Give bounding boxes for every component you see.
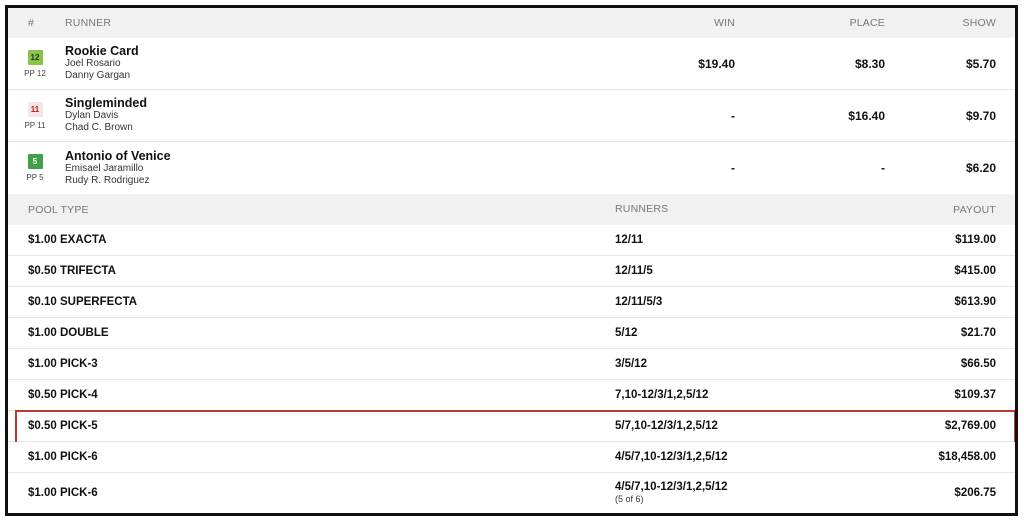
saddle-cloth-badge: 12 <box>27 49 43 65</box>
pool-row: $1.00 EXACTA 12/11 $119.00 <box>8 225 1015 256</box>
post-position: 5 PP 5 <box>8 154 58 182</box>
win-payout: - <box>731 108 735 123</box>
saddle-cloth-badge: 5 <box>27 154 43 169</box>
pool-payout: $119.00 <box>955 234 996 246</box>
pool-type: $1.00 EXACTA <box>28 234 107 246</box>
pool-payout: $109.37 <box>954 389 996 401</box>
runner-info: Antonio of Venice Emisael Jaramillo Rudy… <box>58 149 635 187</box>
pool-type: $0.50 PICK-4 <box>28 389 98 401</box>
runner-info: Singleminded Dylan Davis Chad C. Brown <box>58 97 635 134</box>
runner-row: 12 PP 12 Rookie Card Joel Rosario Danny … <box>8 38 1015 90</box>
pool-payout: $206.75 <box>954 487 996 499</box>
post-position-label: PP 5 <box>26 173 44 182</box>
col-runner-header: RUNNER <box>65 17 112 29</box>
pool-type: $0.10 SUPERFECTA <box>28 296 138 308</box>
pool-row: $1.00 PICK-6 4/5/7,10-12/3/1,2,5/12 $18,… <box>8 442 1015 473</box>
runner-name[interactable]: Antonio of Venice <box>65 149 635 162</box>
pool-payout: $21.70 <box>960 327 996 339</box>
runner-name[interactable]: Rookie Card <box>65 45 635 58</box>
pool-runners: 7,10-12/3/1,2,5/12 <box>615 388 709 401</box>
pool-payout: $415.00 <box>954 265 996 277</box>
show-payout: $6.20 <box>965 161 996 175</box>
runner-row: 5 PP 5 Antonio of Venice Emisael Jaramil… <box>8 142 1015 194</box>
pool-row: $0.50 TRIFECTA 12/11/5 $415.00 <box>8 256 1015 287</box>
col-place-header: PLACE <box>849 17 885 29</box>
jockey-name: Emisael Jaramillo <box>65 162 144 174</box>
pool-row: $1.00 PICK-6 4/5/7,10-12/3/1,2,5/12 (5 o… <box>8 473 1015 513</box>
pools-header: POOL TYPE RUNNERS PAYOUT <box>8 194 1015 225</box>
pool-payout: $613.90 <box>954 296 996 308</box>
saddle-cloth-badge: 11 <box>27 101 43 117</box>
pool-row-highlighted: $0.50 PICK-5 5/7,10-12/3/1,2,5/12 $2,769… <box>8 410 1015 446</box>
col-runners-header: RUNNERS <box>615 203 669 215</box>
pool-payout: $2,769.00 <box>944 420 996 432</box>
place-payout: $16.40 <box>848 108 885 123</box>
post-position-label: PP 11 <box>24 120 46 130</box>
place-payout: $8.30 <box>854 56 885 71</box>
runners-list: 12 PP 12 Rookie Card Joel Rosario Danny … <box>8 38 1015 194</box>
col-num-header: # <box>28 17 35 29</box>
pool-type: $0.50 PICK-5 <box>28 420 98 432</box>
show-payout: $9.70 <box>965 108 996 123</box>
pool-runners: 12/11/5 <box>615 264 653 277</box>
trainer-name: Danny Gargan <box>65 70 131 81</box>
pool-runners-combo: 4/5/7,10-12/3/1,2,5/12 <box>615 480 728 493</box>
jockey-name: Dylan Davis <box>65 110 119 121</box>
trainer-name: Rudy R. Rodriguez <box>65 174 150 186</box>
place-payout: - <box>881 161 885 175</box>
pool-type: $1.00 DOUBLE <box>28 327 109 339</box>
col-pool-type-header: POOL TYPE <box>28 203 89 216</box>
win-payout: - <box>731 161 735 175</box>
col-show-header: SHOW <box>962 17 996 29</box>
post-position: 12 PP 12 <box>8 49 58 78</box>
pool-row: $1.00 PICK-3 3/5/12 $66.50 <box>8 349 1015 380</box>
post-position-label: PP 12 <box>24 68 46 78</box>
pool-runners: 4/5/7,10-12/3/1,2,5/12 (5 of 6) <box>615 480 865 505</box>
pool-type: $1.00 PICK-3 <box>28 358 98 370</box>
pool-payout: $66.50 <box>960 358 996 370</box>
col-win-header: WIN <box>713 17 735 29</box>
pools-list: $1.00 EXACTA 12/11 $119.00 $0.50 TRIFECT… <box>8 225 1015 513</box>
pool-runners: 5/12 <box>615 326 638 339</box>
results-panel: # RUNNER WIN PLACE SHOW 12 PP 12 Rookie … <box>5 5 1018 516</box>
runner-name[interactable]: Singleminded <box>65 97 635 110</box>
show-payout: $5.70 <box>965 56 996 71</box>
pool-type: $1.00 PICK-6 <box>28 451 98 463</box>
col-payout-header: PAYOUT <box>953 203 996 216</box>
pool-runners: 5/7,10-12/3/1,2,5/12 <box>615 419 718 432</box>
jockey-name: Joel Rosario <box>65 58 121 69</box>
win-payout: $19.40 <box>698 56 735 71</box>
pool-runners-note: (5 of 6) <box>615 493 644 504</box>
runner-info: Rookie Card Joel Rosario Danny Gargan <box>58 45 635 82</box>
pool-row: $0.10 SUPERFECTA 12/11/5/3 $613.90 <box>8 287 1015 318</box>
pool-row: $1.00 DOUBLE 5/12 $21.70 <box>8 318 1015 349</box>
pool-runners: 12/11/5/3 <box>615 295 663 308</box>
pool-runners: 4/5/7,10-12/3/1,2,5/12 <box>615 450 728 463</box>
runners-header: # RUNNER WIN PLACE SHOW <box>8 8 1015 38</box>
pool-type: $1.00 PICK-6 <box>28 487 98 499</box>
pool-payout: $18,458.00 <box>938 451 996 463</box>
pool-row: $0.50 PICK-4 7,10-12/3/1,2,5/12 $109.37 <box>8 380 1015 411</box>
pool-runners: 3/5/12 <box>615 357 647 370</box>
pool-type: $0.50 TRIFECTA <box>28 265 116 277</box>
pool-runners: 12/11 <box>615 233 644 246</box>
post-position: 11 PP 11 <box>8 101 58 130</box>
runner-row: 11 PP 11 Singleminded Dylan Davis Chad C… <box>8 90 1015 142</box>
trainer-name: Chad C. Brown <box>65 122 133 133</box>
